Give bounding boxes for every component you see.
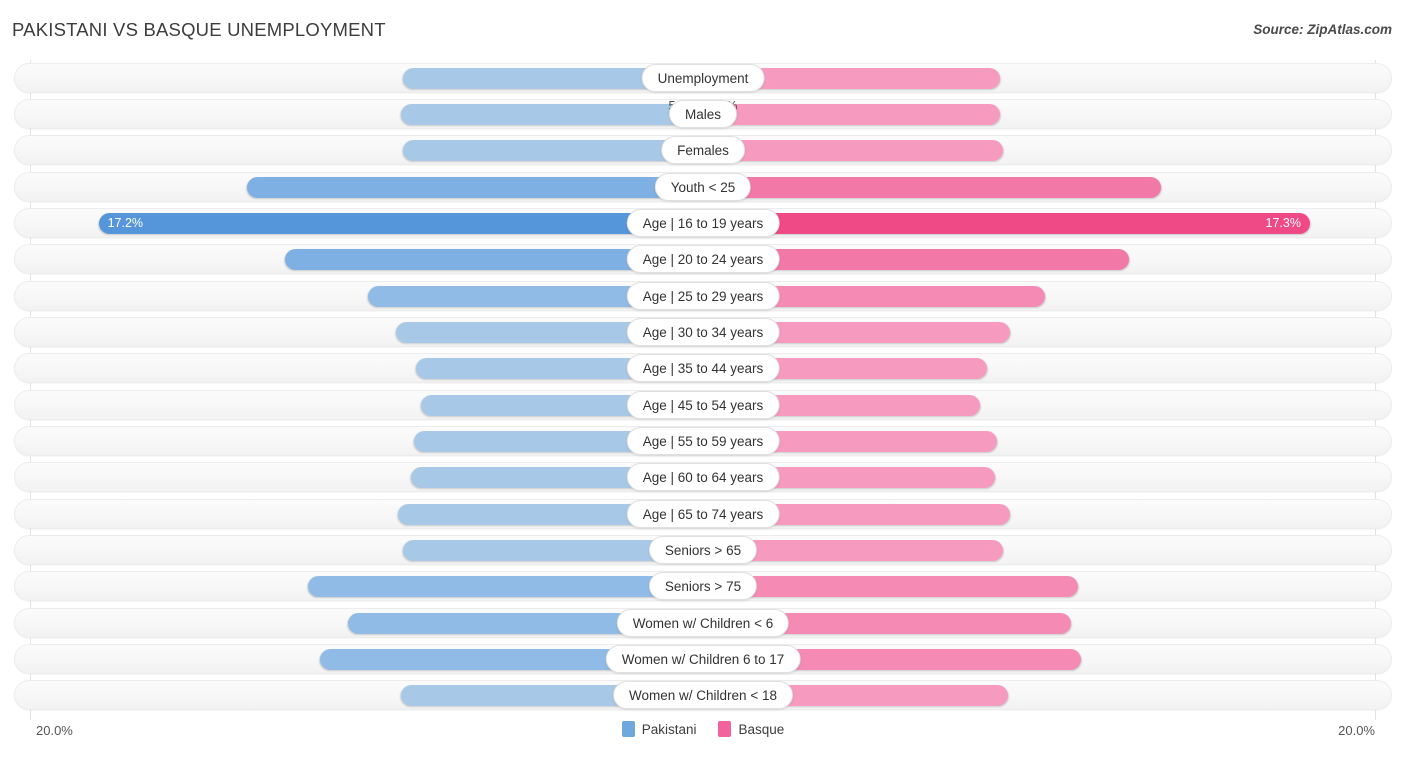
- chart-footer: 20.0% 20.0% Pakistani Basque: [0, 714, 1406, 757]
- bar-row: 6.5%6.8%Age | 25 to 29 years: [0, 278, 1406, 314]
- bar-right-basque: [703, 103, 1000, 125]
- category-label: Seniors > 65: [648, 535, 758, 564]
- category-label: Age | 25 to 29 years: [626, 281, 780, 310]
- bar-row: 7.3%7.8%Women w/ Children < 6: [0, 605, 1406, 641]
- bar-left-pakistani: [400, 103, 703, 125]
- category-label: Seniors > 75: [648, 572, 758, 601]
- page-title: PAKISTANI VS BASQUE UNEMPLOYMENT: [12, 19, 386, 40]
- bar-row: 4.4%4.2%Age | 45 to 54 years: [0, 387, 1406, 423]
- bar-right-basque: 17.3%: [703, 212, 1310, 234]
- chart-legend: Pakistani Basque: [0, 721, 1406, 737]
- bar-row: 4.8%4.8%Age | 60 to 64 years: [0, 460, 1406, 496]
- category-label: Unemployment: [641, 63, 765, 92]
- legend-item: Basque: [718, 721, 784, 737]
- bar-row: 8.9%8.1%Seniors > 75: [0, 569, 1406, 605]
- bar-value-right: 17.3%: [1265, 215, 1301, 230]
- legend-swatch-icon: [718, 721, 732, 737]
- bar-row: 5.2%5.0%Males: [0, 96, 1406, 132]
- category-label: Age | 65 to 74 years: [626, 499, 780, 528]
- bar-row: 5.1%5.1%Seniors > 65: [0, 532, 1406, 568]
- bar-value-left: 17.2%: [107, 215, 144, 230]
- bar-rows-container: 5.1%5.0%Unemployment5.2%5.0%Males5.1%5.1…: [0, 60, 1406, 714]
- category-label: Women w/ Children 6 to 17: [605, 645, 801, 673]
- bar-left-pakistani: 17.2%: [98, 212, 703, 234]
- category-label: Youth < 25: [654, 172, 752, 201]
- category-label: Age | 45 to 54 years: [626, 390, 780, 419]
- category-label: Women w/ Children < 18: [613, 681, 793, 710]
- chart-plot-area: 5.1%5.0%Unemployment5.2%5.0%Males5.1%5.1…: [0, 60, 1406, 720]
- bar-left-pakistani: [247, 176, 703, 198]
- bar-row: 8.4%8.2%Women w/ Children 6 to 17: [0, 642, 1406, 678]
- category-label: Males: [668, 99, 738, 128]
- source-attribution: Source: ZipAtlas.com: [1253, 22, 1392, 37]
- bar-row: 5.1%5.1%Females: [0, 133, 1406, 169]
- chart-header: PAKISTANI VS BASQUE UNEMPLOYMENT Source:…: [0, 0, 1406, 60]
- bar-row: 11.3%11.4%Youth < 25: [0, 169, 1406, 205]
- category-label: Age | 20 to 24 years: [626, 245, 780, 274]
- legend-swatch-icon: [621, 721, 635, 737]
- category-label: Age | 60 to 64 years: [626, 463, 780, 492]
- bar-left-pakistani: [307, 576, 703, 598]
- category-label: Women w/ Children < 6: [616, 608, 790, 637]
- legend-label: Basque: [738, 721, 785, 737]
- category-label: Age | 30 to 34 years: [626, 317, 780, 346]
- bar-row: 4.7%4.9%Age | 55 to 59 years: [0, 423, 1406, 459]
- category-label: Females: [661, 136, 745, 165]
- bar-right-basque: [703, 176, 1162, 198]
- category-label: Age | 16 to 19 years: [626, 208, 780, 237]
- bar-row: 5.1%5.0%Unemployment: [0, 60, 1406, 96]
- category-label: Age | 35 to 44 years: [626, 354, 780, 383]
- legend-item: Pakistani: [621, 721, 697, 737]
- bar-row: 9.8%10.1%Age | 20 to 24 years: [0, 242, 1406, 278]
- bar-row: 17.2% 17.3% Age | 16 to 19 years: [0, 205, 1406, 241]
- bar-right-basque: [703, 140, 1003, 162]
- bar-left-pakistani: [403, 140, 703, 162]
- category-label: Age | 55 to 59 years: [626, 426, 780, 455]
- bar-row: 5.4%5.4%Age | 30 to 34 years: [0, 314, 1406, 350]
- legend-label: Pakistani: [641, 721, 697, 737]
- bar-right-basque: [703, 576, 1079, 598]
- bar-row: 5.2%5.3%Women w/ Children < 18: [0, 678, 1406, 714]
- bar-row: 5.3%5.4%Age | 65 to 74 years: [0, 496, 1406, 532]
- bar-row: 4.6%4.5%Age | 35 to 44 years: [0, 351, 1406, 387]
